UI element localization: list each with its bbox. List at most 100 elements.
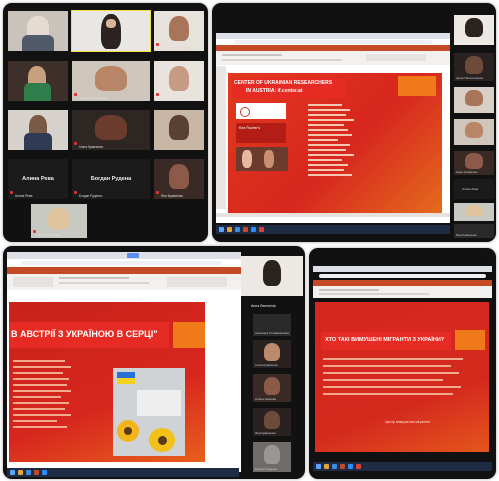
- slide-name-list: [308, 103, 368, 198]
- participant-name: Алина Ізюмова: [255, 397, 276, 401]
- app-icon[interactable]: [235, 227, 240, 232]
- app-icon[interactable]: [34, 470, 39, 475]
- video-tile-active-speaker[interactable]: [454, 15, 494, 45]
- participant-avatar: [95, 65, 127, 91]
- windows-start-icon[interactable]: [219, 227, 224, 232]
- mic-muted-icon: [33, 230, 36, 233]
- video-tile[interactable]: Ірина Пахольчишин: [72, 61, 150, 101]
- status-bar: [216, 213, 450, 217]
- slide-logo-box: [236, 103, 286, 119]
- slide-heading: В АВСТРІЇ З УКРАЇНОЮ В СЕРЦІ": [11, 329, 158, 339]
- video-tile[interactable]: [154, 110, 204, 150]
- shared-window: В АВСТРІЇ З УКРАЇНОЮ В СЕРЦІ": [7, 252, 241, 472]
- video-tile-active-speaker[interactable]: [241, 256, 303, 296]
- video-tile[interactable]: Яна Кравченко: [454, 224, 494, 238]
- browser-tabs: [7, 252, 241, 259]
- slide-box-text: Kira Fischer's: [239, 126, 261, 130]
- slide-bullet-list: [323, 358, 473, 418]
- video-tile[interactable]: Альона Фамілія: [154, 61, 204, 101]
- app-icon[interactable]: [348, 464, 353, 469]
- address-bar[interactable]: [21, 261, 221, 265]
- app-icon[interactable]: [251, 227, 256, 232]
- panel-bottom-left-share: В АВСТРІЇ З УКРАЇНОЮ В СЕРЦІ" Anna Semen…: [3, 246, 305, 479]
- app-icon[interactable]: [18, 470, 23, 475]
- video-tile-camera-off[interactable]: Алина Рева Алина Рева: [8, 159, 68, 199]
- video-tile[interactable]: Ілона Кравченко: [454, 119, 494, 145]
- participant-avatar: [465, 153, 483, 169]
- video-tile[interactable]: Вікторія Олійник: [454, 203, 494, 221]
- windows-start-icon[interactable]: [10, 470, 15, 475]
- mic-muted-icon: [156, 93, 159, 96]
- video-tile[interactable]: Ангелина Стефанишина: [154, 11, 204, 51]
- participant-name: Анна Клименко: [456, 170, 478, 174]
- participant-name: Алина Рева: [15, 194, 33, 198]
- app-icon[interactable]: [332, 464, 337, 469]
- participant-avatar: [263, 445, 281, 465]
- participant-name: Ангелина Стефанишина: [456, 108, 490, 112]
- participant-name: Алина Рева: [462, 187, 479, 191]
- participant-name: Алина Ізюмова: [38, 233, 61, 237]
- presentation-slide: ХТО ТАКІ ВИМУШЕНІ МІГРАНТИ З УКРАЇНИ? Це…: [315, 302, 489, 452]
- video-tile[interactable]: Ангелина Стефанишина: [253, 314, 291, 336]
- video-tile[interactable]: Ірина Пахольчишин: [454, 53, 494, 81]
- participant-avatar: [169, 65, 189, 91]
- participant-name: Яна Кравченко: [456, 233, 477, 237]
- app-icon[interactable]: [26, 470, 31, 475]
- participant-name: Ангелина Стефанишина: [255, 331, 289, 335]
- participant-avatar: [95, 114, 127, 140]
- app-icon[interactable]: [356, 464, 361, 469]
- slide-heading: ХТО ТАКІ ВИМУШЕНІ МІГРАНТИ З УКРАЇНИ?: [325, 337, 445, 343]
- video-tile[interactable]: Ілона Кравченко: [72, 110, 150, 150]
- slide-heading-banner: ХТО ТАКІ ВИМУШЕНІ МІГРАНТИ З УКРАЇНИ?: [321, 332, 451, 350]
- slide-thumbnails-pane[interactable]: [216, 66, 226, 209]
- video-tile[interactable]: Алина Ізюмова: [31, 204, 87, 238]
- address-bar[interactable]: [319, 274, 486, 278]
- slide-accent-square: [398, 76, 436, 96]
- participant-name: Ірина Пахольчишин: [456, 76, 484, 80]
- participant-avatar: [263, 342, 281, 361]
- video-tile[interactable]: [8, 61, 68, 101]
- app-icon[interactable]: [340, 464, 345, 469]
- slide-photo-sunflowers: [113, 368, 185, 456]
- slide-body-text: [13, 360, 73, 456]
- ribbon-toolbar: [216, 51, 450, 65]
- slide-title-line-1: CENTER OF UKRAINIAN RESEARCHERS: [234, 80, 333, 86]
- video-tile[interactable]: Алина Ізюмова: [253, 374, 291, 402]
- participant-avatar: [263, 260, 281, 286]
- video-tile-camera-off[interactable]: Алина Рева: [454, 179, 494, 199]
- app-icon[interactable]: [227, 227, 232, 232]
- taskbar: [313, 462, 492, 471]
- app-icon[interactable]: [243, 227, 248, 232]
- taskbar: [216, 225, 450, 234]
- mic-muted-icon: [10, 191, 13, 194]
- app-icon[interactable]: [259, 227, 264, 232]
- video-tile[interactable]: Ілона Кравченко: [253, 340, 291, 368]
- slide-footer: Центр вимушених мігрантів: [385, 420, 430, 424]
- mic-muted-icon: [156, 43, 159, 46]
- video-tile[interactable]: [8, 11, 68, 51]
- app-icon[interactable]: [42, 470, 47, 475]
- app-icon[interactable]: [324, 464, 329, 469]
- video-tile[interactable]: Ангелина Стефанишина: [454, 87, 494, 113]
- video-tile[interactable]: Анна Клименко: [454, 151, 494, 175]
- participant-name: Богдан Руденко: [79, 194, 103, 198]
- video-tile-camera-off[interactable]: Богдан Рудена Богдан Руденко: [72, 159, 150, 199]
- video-tile[interactable]: Яна Кравченко: [154, 159, 204, 199]
- participant-name: Ілона Кравченко: [255, 363, 278, 367]
- video-tile[interactable]: Богдан Руденко: [253, 442, 291, 472]
- video-tile[interactable]: [8, 110, 68, 150]
- video-tile-active-speaker[interactable]: [71, 10, 151, 52]
- participant-avatar: [465, 204, 483, 217]
- windows-start-icon[interactable]: [316, 464, 321, 469]
- video-tile[interactable]: Яна Кравченко: [253, 408, 291, 436]
- participant-avatar: [169, 15, 189, 41]
- participant-avatar: [47, 208, 71, 230]
- participant-avatar: [263, 410, 281, 429]
- panel-bottom-right-share: ХТО ТАКІ ВИМУШЕНІ МІГРАНТИ З УКРАЇНИ? Це…: [309, 248, 496, 479]
- slide-accent-square: [455, 330, 485, 350]
- address-bar[interactable]: [234, 40, 432, 44]
- presentation-slide: В АВСТРІЇ З УКРАЇНОЮ В СЕРЦІ": [9, 302, 205, 462]
- participant-name: Яна Кравченко: [161, 194, 184, 198]
- ribbon-toolbar: [7, 274, 241, 290]
- slide-title-banner: CENTER OF UKRAINIAN RESEARCHERS IN AUSTR…: [232, 78, 346, 98]
